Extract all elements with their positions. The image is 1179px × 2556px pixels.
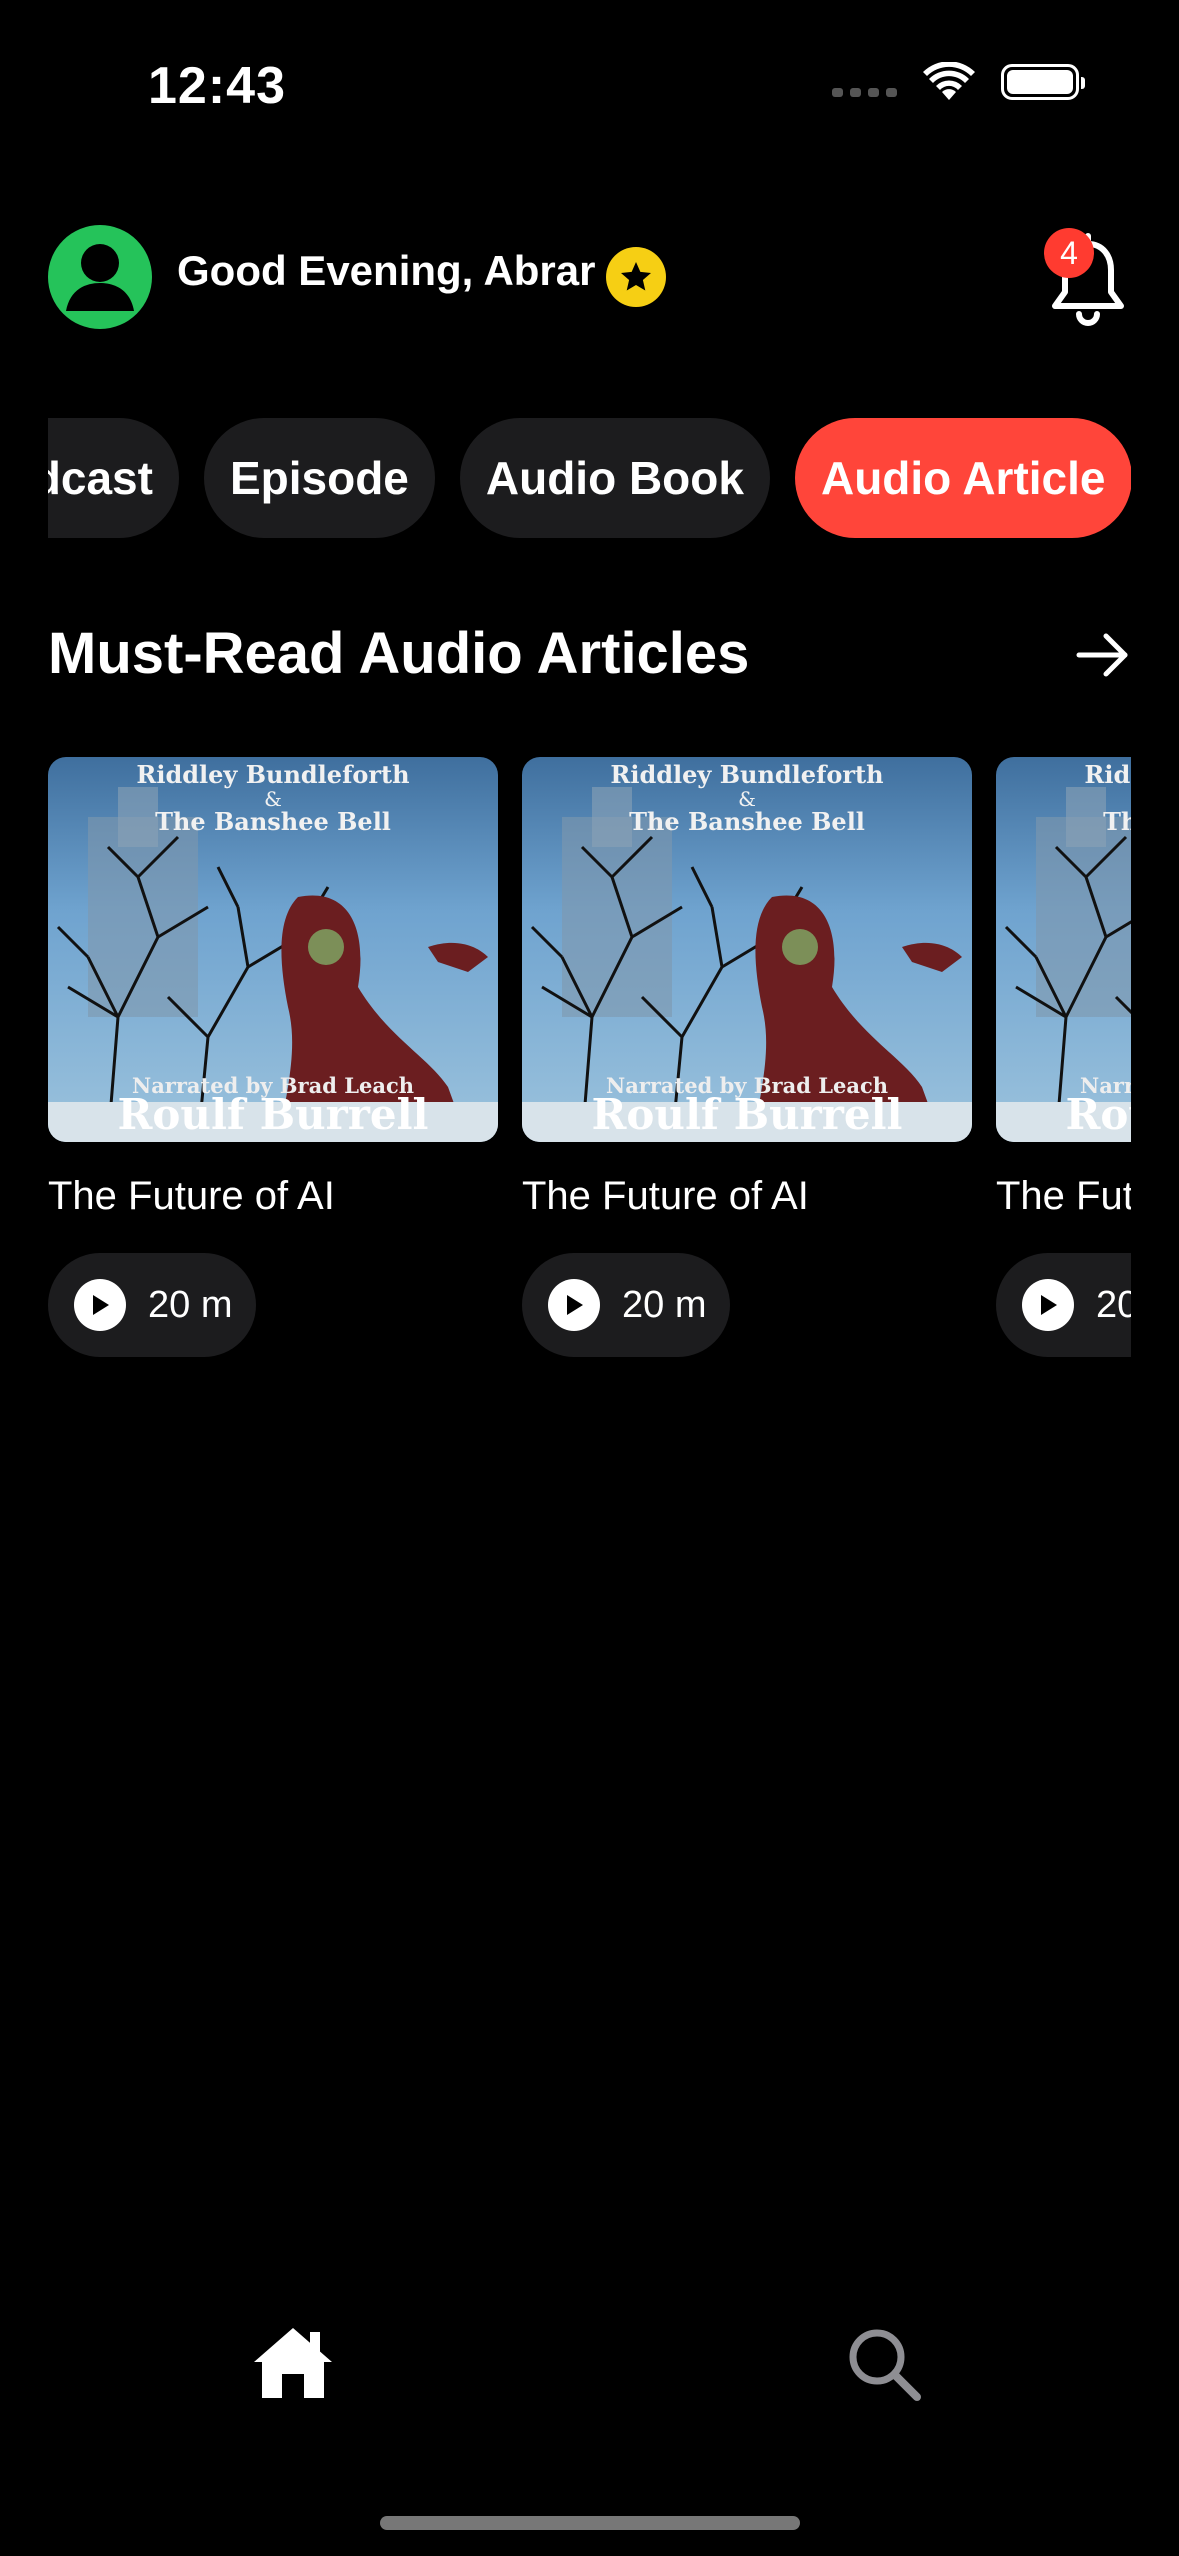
wifi-icon [923,62,975,100]
chip-audio-book[interactable]: Audio Book [459,418,770,538]
arrow-right-icon[interactable] [1073,625,1133,685]
duration-label: 20 m [1096,1283,1131,1326]
play-icon [74,1279,126,1331]
cover-title-line1: Riddley Bundleforth [610,760,884,789]
chip-podcast[interactable]: Podcast [48,418,179,538]
article-cover-image[interactable]: Riddley Bundleforth & The Banshee Bell N… [48,757,498,1142]
article-cover-image[interactable]: Riddley Bundleforth & The Banshee Bell N… [996,757,1131,1142]
article-title[interactable]: The Future of AI [996,1174,1131,1219]
cover-author: Roulf Burrell [117,1090,429,1139]
article-title[interactable]: The Future of AI [522,1174,972,1219]
article-cover-image[interactable]: Riddley Bundleforth & The Banshee Bell N… [522,757,972,1142]
home-indicator [380,2516,800,2530]
chip-episode[interactable]: Episode [203,418,435,538]
duration-label: 20 m [148,1283,233,1326]
play-icon [1022,1279,1074,1331]
greeting-text: Good Evening, Abrar [177,247,596,294]
cover-title-line1: Riddley Bundleforth [1084,760,1131,789]
category-chips: Podcast Episode Audio Book Audio Article [48,418,1131,540]
cover-title-line1: Riddley Bundleforth [136,760,410,789]
article-title[interactable]: The Future of AI [48,1174,498,1219]
cover-author: Roulf Burrell [591,1090,903,1139]
play-button[interactable]: 20 m [48,1253,256,1357]
cover-author: Roulf Burrell [1065,1090,1131,1139]
play-button[interactable]: 20 m [996,1253,1131,1357]
battery-icon [1001,64,1085,100]
article-card[interactable]: Riddley Bundleforth & The Banshee Bell N… [996,757,1131,1357]
notification-count-badge: 4 [1044,228,1094,278]
article-card[interactable]: Riddley Bundleforth & The Banshee Bell N… [522,757,972,1357]
cover-title-line2: The Banshee Bell [155,807,391,836]
home-icon[interactable] [250,2322,336,2402]
premium-star-icon [606,247,666,307]
cellular-signal-icon [832,87,897,97]
play-button[interactable]: 20 m [522,1253,730,1357]
section-title: Must-Read Audio Articles [48,621,750,686]
search-icon[interactable] [845,2325,923,2403]
cover-title-line2: The Banshee Bell [1103,807,1131,836]
cover-title-line2: The Banshee Bell [629,807,865,836]
status-icons [832,62,1085,102]
duration-label: 20 m [622,1283,707,1326]
article-card[interactable]: Riddley Bundleforth & The Banshee Bell N… [48,757,498,1357]
play-icon [548,1279,600,1331]
status-time: 12:43 [148,57,286,115]
avatar[interactable] [48,225,152,329]
user-icon [66,244,134,311]
article-carousel: Riddley Bundleforth & The Banshee Bell N… [48,757,1131,1357]
chip-audio-article[interactable]: Audio Article [794,418,1131,538]
